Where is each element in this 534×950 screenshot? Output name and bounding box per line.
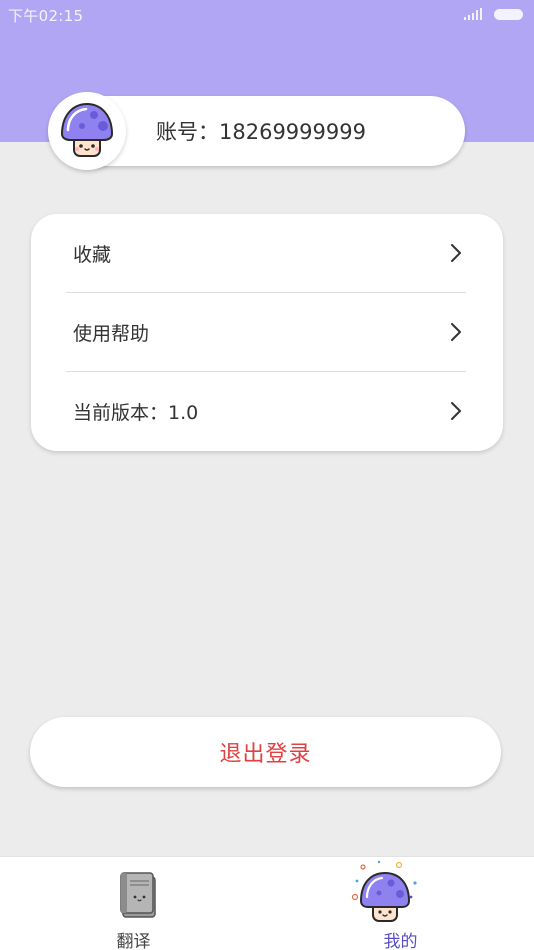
- menu-label-favorites: 收藏: [73, 244, 112, 266]
- avatar[interactable]: [48, 92, 126, 170]
- menu-label-version: 当前版本：1.0: [73, 402, 199, 424]
- menu-label-help: 使用帮助: [73, 323, 150, 345]
- chevron-right-icon: [451, 244, 461, 262]
- mushroom-icon: [351, 860, 417, 922]
- menu-item-version[interactable]: 当前版本：1.0: [31, 372, 503, 451]
- menu-card: 收藏 使用帮助 当前版本：1.0: [31, 214, 503, 451]
- battery-icon: [494, 9, 523, 20]
- tab-translate[interactable]: 翻译: [0, 857, 267, 950]
- mushroom-avatar-icon: [60, 102, 114, 157]
- chevron-right-icon: [451, 323, 461, 341]
- chevron-right-icon: [451, 402, 461, 420]
- menu-item-help[interactable]: 使用帮助: [31, 293, 503, 372]
- logout-button[interactable]: 退出登录: [30, 717, 501, 787]
- account-number: 账号：18269999999: [156, 120, 366, 144]
- signal-icon: [464, 8, 482, 20]
- tab-bar: 翻译 我的: [0, 856, 534, 950]
- book-icon: [120, 872, 156, 918]
- tab-label-mine: 我的: [383, 932, 418, 950]
- status-bar: 下午02:15: [0, 0, 534, 28]
- tab-mine[interactable]: 我的: [267, 857, 534, 950]
- tab-label-translate: 翻译: [116, 932, 151, 950]
- menu-item-favorites[interactable]: 收藏: [31, 214, 503, 293]
- status-time: 下午02:15: [8, 7, 84, 25]
